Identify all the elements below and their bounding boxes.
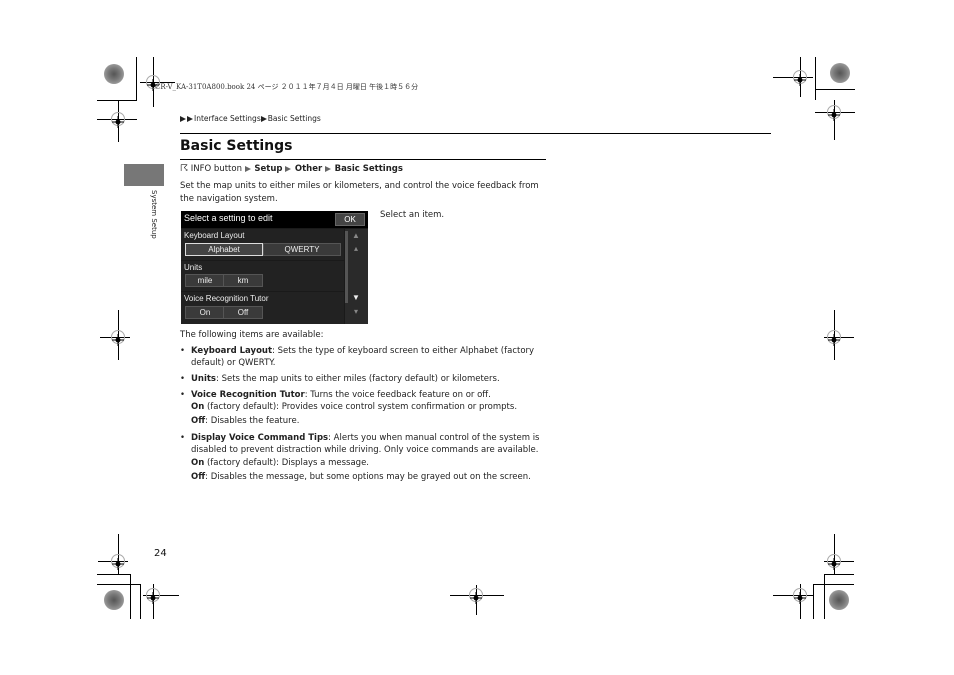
nav-path-step: Setup xyxy=(254,164,283,174)
crop-line xyxy=(136,57,137,100)
nav-path-start: INFO button xyxy=(190,164,242,174)
list-item: • Keyboard Layout: Sets the type of keyb… xyxy=(180,345,550,369)
screen-section-label: Voice Recognition Tutor xyxy=(184,294,269,303)
scroll-top-icon: ▲ xyxy=(352,231,360,240)
breadcrumb-item[interactable]: Interface Settings xyxy=(194,114,261,123)
crop-line xyxy=(815,57,816,100)
crop-line xyxy=(130,574,131,619)
sub-item: Off: Disables the feature. xyxy=(191,416,299,426)
screen-section-label: Units xyxy=(184,263,203,272)
arrow-icon xyxy=(187,116,193,122)
screen-section-label: Keyboard Layout xyxy=(184,231,245,240)
registration-target-icon xyxy=(469,588,483,604)
section-label: System Setup xyxy=(150,190,158,239)
crop-line xyxy=(815,89,855,90)
sub-item-desc: : Disables the message, but some options… xyxy=(205,472,531,482)
crop-line xyxy=(824,574,854,575)
scroll-bottom-icon: ▾ xyxy=(353,307,358,316)
sub-item: Off: Disables the message, but some opti… xyxy=(191,472,531,482)
arrow-icon xyxy=(180,116,186,122)
crop-line xyxy=(813,584,814,619)
crop-line xyxy=(97,100,137,101)
item-name: Display Voice Command Tips xyxy=(191,433,329,443)
arrow-icon xyxy=(324,166,331,172)
arrow-icon xyxy=(244,166,251,172)
sub-item-desc: (factory default): Provides voice contro… xyxy=(204,402,518,412)
crop-line xyxy=(97,574,130,575)
print-header: CR-V_KA-31T0A800.book 24 ページ ２０１１年７月４日 月… xyxy=(155,83,419,91)
bullet-icon: • xyxy=(180,433,186,443)
sub-item-desc: (factory default): Displays a message. xyxy=(204,458,369,468)
arrow-icon xyxy=(260,116,267,122)
section-tab xyxy=(124,164,164,186)
on-option: On xyxy=(185,306,225,319)
item-desc: : Sets the map units to either miles (fa… xyxy=(216,374,500,384)
items-intro: The following items are available: xyxy=(180,330,324,340)
registration-target-icon xyxy=(111,112,125,128)
item-name: Units xyxy=(191,374,216,384)
km-option: km xyxy=(223,274,263,287)
sub-item: On (factory default): Displays a message… xyxy=(191,458,369,468)
registration-disk xyxy=(104,64,124,84)
page-number: 24 xyxy=(154,548,167,559)
off-option: Off xyxy=(223,306,263,319)
info-button-icon: ☈ xyxy=(180,164,189,174)
mile-option: mile xyxy=(185,274,225,287)
page-title: Basic Settings xyxy=(180,138,293,154)
breadcrumb-item[interactable]: Basic Settings xyxy=(268,114,321,123)
registration-target-icon xyxy=(146,588,160,604)
qwerty-option: QWERTY xyxy=(263,243,341,256)
sub-item-desc: : Disables the feature. xyxy=(205,416,300,426)
bullet-icon: • xyxy=(180,390,186,400)
crop-line xyxy=(140,584,141,619)
item-desc: : Turns the voice feedback feature on or… xyxy=(304,390,491,400)
registration-target-icon xyxy=(827,554,841,570)
nav-path: ☈ INFO button Setup Other Basic Settings xyxy=(180,164,403,174)
nav-path-step: Other xyxy=(294,164,323,174)
registration-target-icon xyxy=(793,588,807,604)
item-name: Voice Recognition Tutor xyxy=(191,390,305,400)
header-rule xyxy=(180,133,771,134)
alphabet-option: Alphabet xyxy=(185,243,263,256)
registration-target-icon xyxy=(827,330,841,346)
sub-item-name: Off xyxy=(191,472,206,482)
intro-text: Set the map units to either miles or kil… xyxy=(180,181,539,204)
ok-button: OK xyxy=(335,213,365,226)
list-item: • Display Voice Command Tips: Alerts you… xyxy=(180,432,550,456)
nav-path-step: Basic Settings xyxy=(334,164,403,174)
sub-item-name: On xyxy=(191,458,205,468)
screen-title: Select a setting to edit xyxy=(184,213,273,223)
list-item: • Voice Recognition Tutor: Turns the voi… xyxy=(180,389,550,401)
sub-item-name: On xyxy=(191,402,205,412)
item-name: Keyboard Layout xyxy=(191,346,273,356)
breadcrumb: Interface Settings Basic Settings xyxy=(180,114,321,123)
scroll-down-icon: ▼ xyxy=(352,293,360,302)
crop-line xyxy=(813,584,854,585)
screen-caption: Select an item. xyxy=(380,210,445,220)
registration-disk xyxy=(104,590,124,610)
arrow-icon xyxy=(285,166,292,172)
registration-target-icon xyxy=(827,105,841,121)
registration-disk xyxy=(829,590,849,610)
sub-item-name: Off xyxy=(191,416,206,426)
bullet-icon: • xyxy=(180,374,186,384)
registration-target-icon xyxy=(793,70,807,86)
title-rule xyxy=(180,159,546,160)
bullet-icon: • xyxy=(180,346,186,356)
sub-item: On (factory default): Provides voice con… xyxy=(191,402,517,412)
scroll-up-icon: ▴ xyxy=(353,244,358,253)
registration-target-icon xyxy=(111,554,125,570)
registration-disk xyxy=(830,63,850,83)
crop-line xyxy=(824,574,825,619)
list-item: • Units: Sets the map units to either mi… xyxy=(180,373,550,385)
crop-line xyxy=(97,584,140,585)
registration-target-icon xyxy=(111,330,125,346)
settings-screen-image: Select a setting to edit OK Keyboard Lay… xyxy=(181,211,368,324)
